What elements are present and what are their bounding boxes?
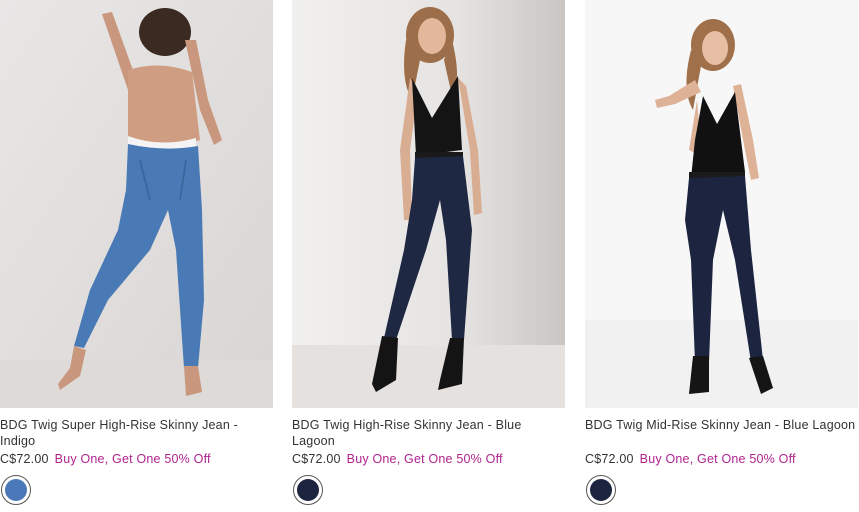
promo-link[interactable]: Buy One, Get One 50% Off [55,452,211,466]
price-row: C$72.00 Buy One, Get One 50% Off [0,451,211,467]
model-photo-icon [292,0,565,408]
price-row: C$72.00 Buy One, Get One 50% Off [585,451,796,467]
product-card: BDG Twig High-Rise Skinny Jean - Blue La… [292,0,565,512]
product-grid: BDG Twig Super High-Rise Skinny Jean - I… [0,0,859,512]
promo-link[interactable]: Buy One, Get One 50% Off [347,452,503,466]
color-swatch[interactable] [293,475,323,505]
price-row: C$72.00 Buy One, Get One 50% Off [292,451,503,467]
model-photo-icon [585,0,858,408]
promo-link[interactable]: Buy One, Get One 50% Off [640,452,796,466]
color-swatch[interactable] [586,475,616,505]
color-swatch[interactable] [1,475,31,505]
product-price: C$72.00 [0,452,49,466]
product-card: BDG Twig Super High-Rise Skinny Jean - I… [0,0,273,512]
product-name-link[interactable]: BDG Twig Super High-Rise Skinny Jean - I… [0,417,273,449]
product-name-link[interactable]: BDG Twig Mid-Rise Skinny Jean - Blue Lag… [585,417,858,433]
product-price: C$72.00 [292,452,341,466]
swatch-color-fill [5,479,27,501]
product-card: BDG Twig Mid-Rise Skinny Jean - Blue Lag… [585,0,858,512]
product-name-link[interactable]: BDG Twig High-Rise Skinny Jean - Blue La… [292,417,565,449]
swatch-color-fill [590,479,612,501]
product-image[interactable] [585,0,858,408]
swatch-color-fill [297,479,319,501]
product-image[interactable] [292,0,565,408]
product-image[interactable] [0,0,273,408]
product-price: C$72.00 [585,452,634,466]
model-photo-icon [0,0,273,408]
